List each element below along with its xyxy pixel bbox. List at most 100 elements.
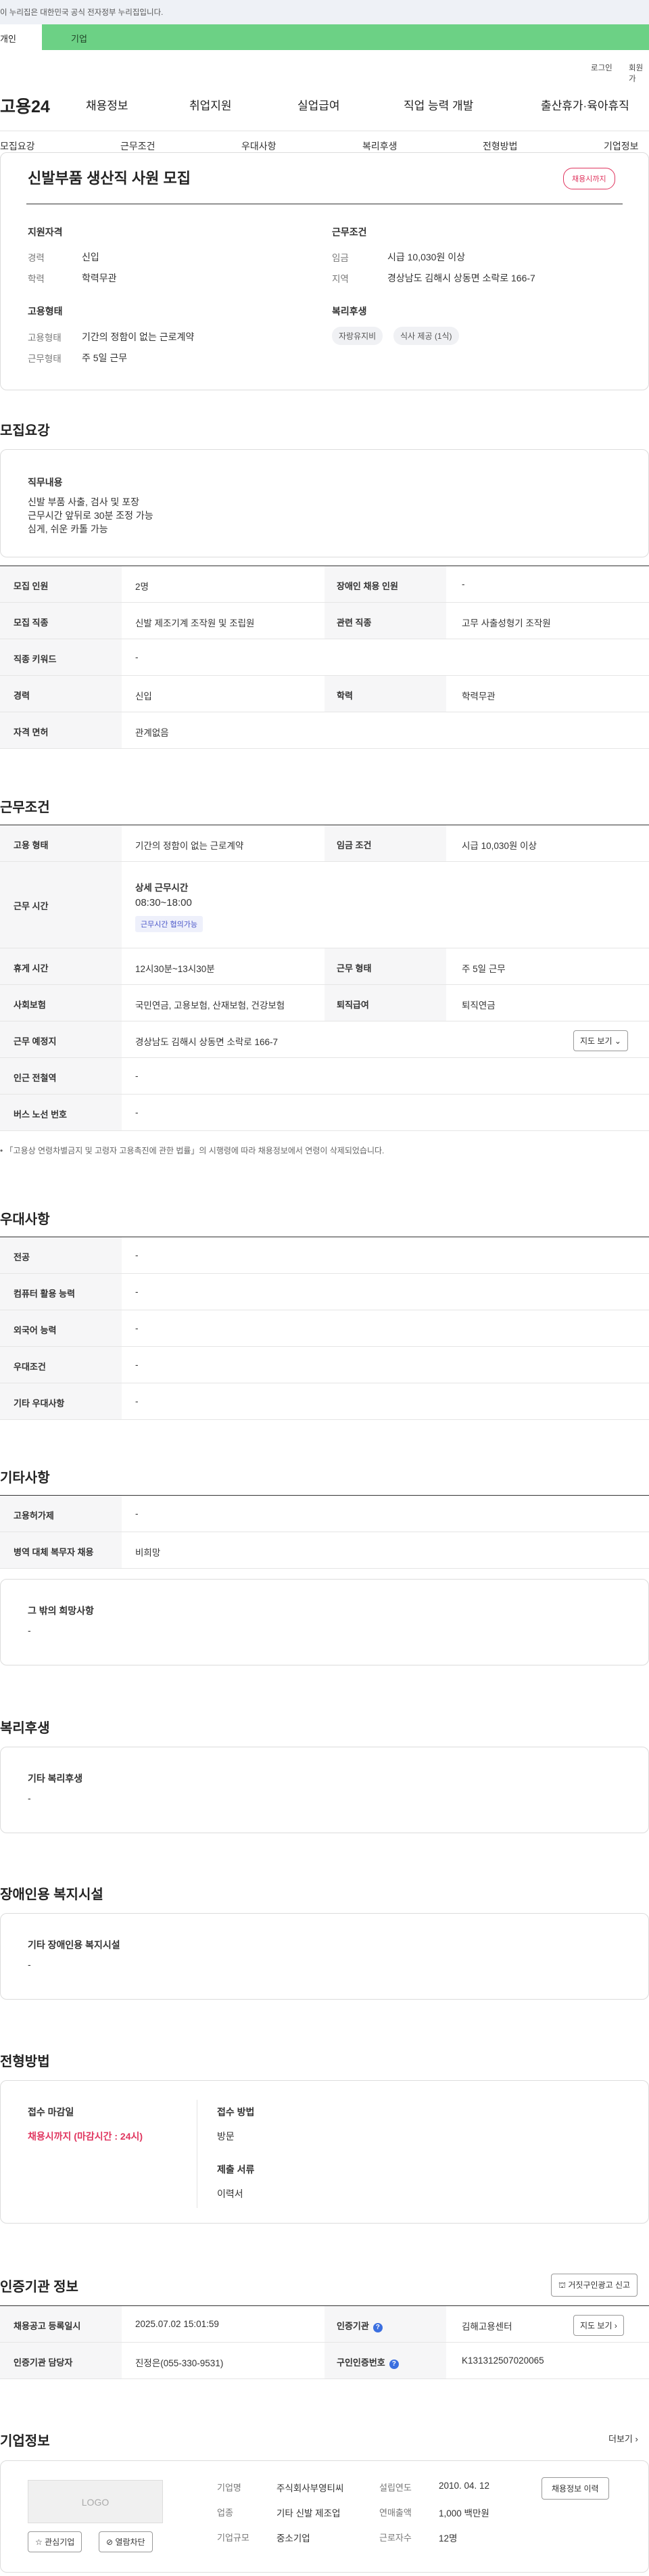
emp-heading: 고용형태 [28, 306, 63, 317]
row-value: 주 5일 근무 [462, 964, 506, 974]
deadline-heading: 접수 마감일 [28, 2107, 74, 2117]
welfare-title: 복리후생 [0, 1721, 50, 1736]
table-row: 버스 노선 번호 - [0, 1095, 649, 1131]
block-view-button[interactable]: ⊘ 열람차단 [99, 2531, 153, 2552]
report-icon: ⛫ [558, 2280, 567, 2290]
row-label: 고용 형태 [14, 840, 49, 850]
row-value: 신입 [135, 691, 152, 702]
row-label: 자격 면허 [14, 727, 49, 737]
row-label: 병역 대체 복무자 채용 [14, 1547, 94, 1557]
join-link[interactable]: 회원가 [629, 62, 649, 84]
duty-line: 신발 부품 사출, 검사 및 포장 [28, 497, 140, 507]
star-icon: ☆ [35, 2537, 43, 2547]
size-label: 기업규모 [217, 2533, 249, 2543]
block-label: 열람차단 [115, 2537, 145, 2547]
nav-parental-leave[interactable]: 출산휴가·육아휴직 [541, 96, 629, 113]
company-logo: LOGO [28, 2480, 163, 2523]
favorite-company-button[interactable]: ☆ 관심기업 [28, 2531, 82, 2552]
welfare-box-value: - [28, 1793, 31, 1803]
duty-line: 심게, 쉬운 카톨 가능 [28, 524, 108, 534]
etc-wish-card: 그 밖의 희망사항 - [0, 1579, 649, 1665]
method-value: 방문 [217, 2131, 235, 2142]
nav-jobs[interactable]: 채용정보 [86, 96, 128, 113]
qual-heading: 지원자격 [28, 227, 63, 237]
table-row: 인증기관 담당자 진정은(055-330-9531) 구인인증번호? K1313… [0, 2343, 649, 2379]
audience-tabs: 개인 기업 [0, 24, 649, 50]
row-value: - [135, 1287, 139, 1297]
row-value: 2명 [135, 582, 149, 592]
welfare-heading: 복리후생 [332, 306, 367, 317]
disab-card: 기타 장애인용 복지시설 - [0, 1913, 649, 2000]
row-label: 모집 직종 [14, 618, 49, 628]
row-value: 김해고용센터 [462, 2322, 512, 2332]
table-row: 전공 - [0, 1237, 649, 1274]
info-icon[interactable]: ? [372, 2323, 383, 2332]
row-label: 외국어 능력 [14, 1325, 57, 1335]
row-value: 신발 제조기계 조작원 및 조립원 [135, 618, 255, 628]
size-value: 중소기업 [277, 2533, 310, 2544]
table-row: 사회보험 국민연금, 고용보험, 산재보험, 건강보험 퇴직급여 퇴직연금 [0, 985, 649, 1021]
subnav-work[interactable]: 근무조건 [120, 139, 155, 153]
row-label: 전공 [14, 1252, 30, 1262]
subnav-recruit[interactable]: 모집요강 [0, 139, 35, 153]
agency-label: 인증기관? [337, 2319, 383, 2332]
map-view-label: 지도 보기 [580, 1036, 612, 1046]
hours-heading: 상세 근무시간 [135, 883, 189, 893]
nav-unemployment-benefit[interactable]: 실업급여 [297, 96, 340, 113]
subnav-welfare[interactable]: 복리후생 [362, 139, 398, 153]
nav-employment-support[interactable]: 취업지원 [189, 96, 232, 113]
row-value: - [135, 1360, 139, 1370]
revenue-value: 1,000 백만원 [439, 2508, 489, 2518]
info-icon[interactable]: ? [389, 2360, 399, 2369]
job-history-button[interactable]: 채용정보 이력 [542, 2477, 609, 2500]
welfare-card: 기타 복리후생 - [0, 1747, 649, 1833]
edu-label: 학력 [28, 274, 45, 284]
docs-heading: 제출 서류 [217, 2164, 255, 2175]
deadline-value: 채용시까지 (마감시간 : 24시) [28, 2131, 143, 2142]
more-link[interactable]: 더보기 › [608, 2432, 638, 2445]
row-value: 12시30분~13시30분 [135, 964, 215, 974]
map-view-button[interactable]: 지도 보기 ⌄ [573, 1030, 628, 1051]
row-label: 인근 전철역 [14, 1073, 57, 1083]
table-row: 휴게 시간 12시30분~13시30분 근무 형태 주 5일 근무 [0, 948, 649, 985]
wage-value: 시급 10,030원 이상 [387, 252, 465, 262]
site-logo[interactable]: 고용24 [0, 93, 50, 118]
row-label: 퇴직급여 [337, 1000, 369, 1010]
founded-value: 2010. 04. 12 [439, 2481, 490, 2491]
login-link[interactable]: 로그인 [591, 62, 612, 73]
duty-line: 근무시간 앞뒤로 30분 조정 가능 [28, 510, 153, 521]
chevron-right-icon: › [614, 2321, 617, 2330]
map-view-label: 지도 보기 [580, 2321, 612, 2330]
table-row: 컴퓨터 활용 능력 - [0, 1274, 649, 1310]
row-label: 구인인증번호 [337, 2358, 385, 2368]
row-label: 장애인 채용 인원 [337, 581, 398, 591]
subnav-preference[interactable]: 우대사항 [241, 139, 277, 153]
job-title: 신발부품 생산직 사원 모집 [28, 170, 191, 187]
row-value: 진정은(055-330-9531) [135, 2358, 224, 2368]
row-value: K131312507020065 [462, 2355, 544, 2366]
agency-map-button[interactable]: 지도 보기 › [573, 2315, 624, 2336]
age-note-text: 「고용상 연령차별금지 및 고령자 고용촉진에 관한 법률」의 시행령에 따라 … [5, 1146, 385, 1155]
row-value: 2025.07.02 15:01:59 [135, 2319, 219, 2329]
emptype-value: 기간의 정함이 없는 근로계약 [82, 331, 195, 342]
recruit-title: 모집요강 [0, 423, 50, 438]
row-label: 버스 노선 번호 [14, 1109, 67, 1120]
report-label: 거짓구인광고 신고 [568, 2280, 631, 2290]
age-note: • 「고용상 연령차별금지 및 고령자 고용촉진에 관한 법률」의 시행령에 따… [0, 1146, 385, 1155]
more-label: 더보기 [608, 2434, 633, 2444]
report-fake-ad-button[interactable]: ⛫ 거짓구인광고 신고 [551, 2274, 638, 2297]
table-row: 근무 예정지 경상남도 김해시 상동면 소락로 166-7 지도 보기 ⌄ [0, 1021, 649, 1058]
job-summary-card: 신발부품 생산직 사원 모집 채용시까지 지원자격 경력 신입 학력 학력무관 … [0, 152, 649, 390]
table-row: 경력 신입 학력 학력무관 [0, 676, 649, 712]
company-title: 기업정보 [0, 2434, 50, 2449]
row-label: 기타 우대사항 [14, 1398, 65, 1408]
subnav-company[interactable]: 기업정보 [604, 139, 639, 153]
favorite-label: 관심기업 [45, 2537, 75, 2547]
row-value: - [135, 1107, 139, 1118]
nav-job-training[interactable]: 직업 능력 개발 [404, 96, 473, 113]
tab-personal[interactable]: 개인 [0, 24, 42, 50]
tab-company[interactable]: 기업 [71, 32, 87, 45]
disab-title: 장애인용 복지시설 [0, 1887, 103, 1902]
table-row: 외국어 능력 - [0, 1310, 649, 1347]
subnav-process[interactable]: 전형방법 [483, 139, 518, 153]
